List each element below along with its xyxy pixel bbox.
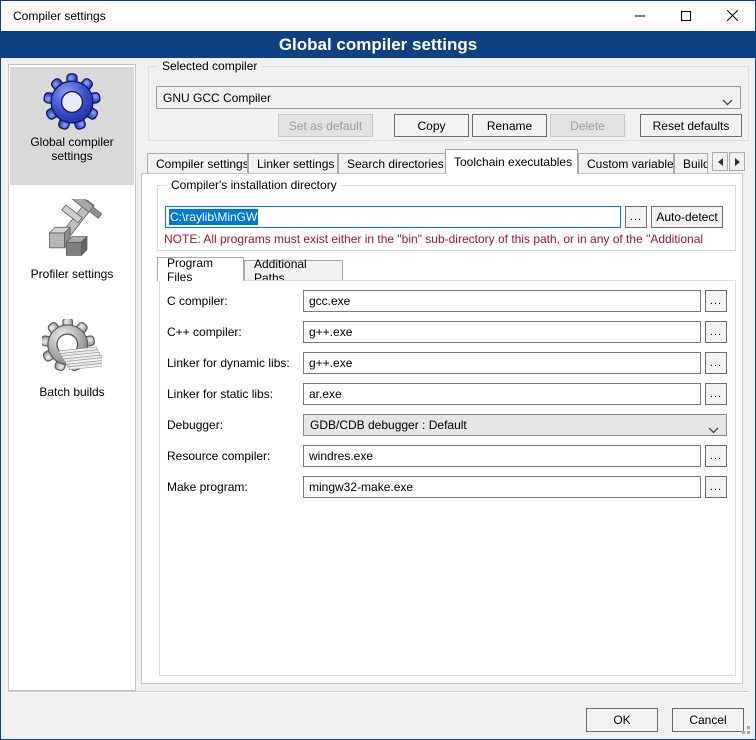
- c-compiler-label: C compiler:: [167, 290, 301, 312]
- arrow-left-icon: [718, 158, 723, 166]
- minimize-icon: [635, 11, 645, 21]
- sidebar-item-global-compiler-settings[interactable]: Global compiler settings: [10, 67, 134, 185]
- install-dir-input[interactable]: C:\raylib\MinGW: [165, 206, 621, 228]
- make-program-browse-button[interactable]: ...: [705, 476, 727, 498]
- resize-grip[interactable]: [747, 731, 750, 734]
- linker-static-label: Linker for static libs:: [167, 383, 301, 405]
- gray-gear-stack-icon: [10, 319, 134, 381]
- set-as-default-button[interactable]: Set as default: [278, 114, 373, 137]
- subtab-program-files[interactable]: Program Files: [157, 257, 244, 281]
- close-icon: [727, 10, 738, 21]
- debugger-select[interactable]: GDB/CDB debugger : Default: [303, 414, 727, 436]
- caliper-cubes-icon: [10, 199, 134, 263]
- tab-scroll-right-button[interactable]: [729, 152, 745, 171]
- close-button[interactable]: [709, 1, 755, 30]
- install-dir-note: NOTE: All programs must exist either in …: [164, 232, 730, 247]
- tab-compiler-settings[interactable]: Compiler settings: [147, 153, 248, 174]
- dialog-header-title: Global compiler settings: [279, 35, 477, 55]
- cpp-compiler-input[interactable]: [303, 321, 701, 343]
- ok-button[interactable]: OK: [586, 708, 658, 732]
- debugger-label: Debugger:: [167, 414, 301, 436]
- sidebar-item-batch-builds[interactable]: Batch builds: [10, 313, 134, 413]
- sidebar-item-label: Global compiler settings: [10, 135, 134, 163]
- cancel-button[interactable]: Cancel: [672, 708, 744, 732]
- window-title: Compiler settings: [13, 1, 106, 31]
- reset-defaults-button[interactable]: Reset defaults: [640, 114, 742, 137]
- compiler-select[interactable]: GNU GCC Compiler: [156, 86, 741, 109]
- resource-compiler-label: Resource compiler:: [167, 445, 301, 467]
- tab-search-directories[interactable]: Search directories: [338, 153, 446, 174]
- blue-gear-icon: [10, 73, 134, 131]
- cpp-compiler-browse-button[interactable]: ...: [705, 321, 727, 343]
- make-program-label: Make program:: [167, 476, 301, 498]
- dialog-header: Global compiler settings: [1, 31, 755, 58]
- linker-static-input[interactable]: [303, 383, 701, 405]
- maximize-button[interactable]: [663, 1, 709, 30]
- compiler-select-value: GNU GCC Compiler: [163, 91, 271, 105]
- install-dir-value: C:\raylib\MinGW: [169, 209, 258, 225]
- linker-static-browse-button[interactable]: ...: [705, 383, 727, 405]
- tab-toolchain-executables[interactable]: Toolchain executables: [445, 149, 578, 174]
- c-compiler-browse-button[interactable]: ...: [705, 290, 727, 312]
- subtab-additional-paths[interactable]: Additional Paths: [244, 260, 343, 281]
- selected-compiler-group-label: Selected compiler: [158, 59, 261, 73]
- auto-detect-button[interactable]: Auto-detect: [651, 206, 723, 228]
- install-dir-group-label: Compiler's installation directory: [167, 178, 341, 192]
- debugger-select-value: GDB/CDB debugger : Default: [310, 418, 467, 432]
- resource-compiler-browse-button[interactable]: ...: [705, 445, 727, 467]
- linker-dynamic-label: Linker for dynamic libs:: [167, 352, 301, 374]
- sidebar-item-label: Profiler settings: [10, 267, 134, 281]
- resource-compiler-input[interactable]: [303, 445, 701, 467]
- linker-dynamic-input[interactable]: [303, 352, 701, 374]
- delete-button[interactable]: Delete: [550, 114, 625, 137]
- arrow-right-icon: [735, 158, 740, 166]
- copy-button[interactable]: Copy: [394, 114, 469, 137]
- settings-sidebar: Global compiler settings: [8, 64, 136, 691]
- tab-custom-variables[interactable]: Custom variables: [578, 153, 674, 174]
- minimize-button[interactable]: [617, 1, 663, 30]
- c-compiler-input[interactable]: [303, 290, 701, 312]
- compiler-settings-dialog: Compiler settings Global compiler settin…: [0, 0, 756, 740]
- chevron-down-icon: [708, 423, 719, 437]
- sidebar-item-profiler-settings[interactable]: Profiler settings: [10, 193, 134, 293]
- footer-separator: [8, 691, 749, 693]
- make-program-input[interactable]: [303, 476, 701, 498]
- tab-scroll-left-button[interactable]: [712, 152, 728, 171]
- install-dir-browse-button[interactable]: ...: [625, 206, 647, 228]
- rename-button[interactable]: Rename: [472, 114, 547, 137]
- tab-build-options[interactable]: Build: [674, 153, 708, 174]
- tab-linker-settings[interactable]: Linker settings: [248, 153, 338, 174]
- maximize-icon: [681, 11, 691, 21]
- cpp-compiler-label: C++ compiler:: [167, 321, 301, 343]
- linker-dynamic-browse-button[interactable]: ...: [705, 352, 727, 374]
- chevron-down-icon: [722, 95, 733, 109]
- sidebar-item-label: Batch builds: [10, 385, 134, 399]
